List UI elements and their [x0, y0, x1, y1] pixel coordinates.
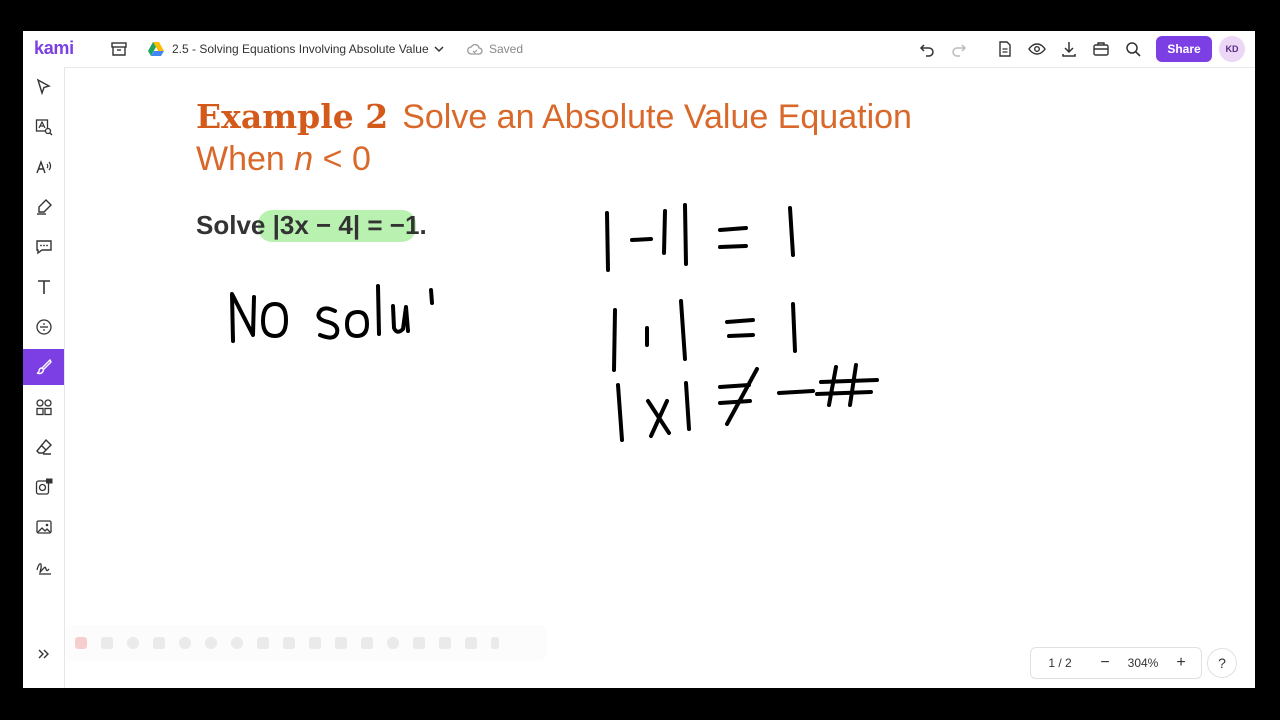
draw-tool-button[interactable]: [23, 349, 64, 385]
eraser-icon: [35, 438, 52, 455]
share-button[interactable]: Share: [1156, 36, 1212, 62]
equation-tool-button[interactable]: [23, 309, 64, 345]
document-title[interactable]: 2.5 - Solving Equations Involving Absolu…: [172, 42, 429, 56]
kami-logo[interactable]: kami: [34, 38, 74, 59]
chevron-down-icon[interactable]: [428, 38, 450, 60]
undo-icon[interactable]: [916, 38, 938, 60]
image-tool-button[interactable]: [23, 509, 64, 545]
highlighter-icon: [36, 199, 52, 215]
signature-icon: [35, 563, 51, 575]
image-icon: [35, 520, 52, 534]
ink-no-solution: [230, 284, 434, 343]
zoom-in-button[interactable]: +: [1171, 653, 1191, 673]
ink-abs-one: [612, 299, 797, 372]
document-info-icon[interactable]: [994, 38, 1016, 60]
comment-tool-button[interactable]: [23, 229, 64, 265]
cursor-icon: [36, 78, 51, 96]
media-ai-icon: [35, 478, 52, 495]
grid-icon[interactable]: [335, 637, 347, 649]
text-size-icon[interactable]: [309, 637, 321, 649]
restart-icon[interactable]: [127, 637, 139, 649]
redo-icon[interactable]: [948, 38, 970, 60]
tool-sidebar: [23, 67, 65, 688]
camera-icon[interactable]: [465, 637, 477, 649]
zoom-in-mode-icon[interactable]: [205, 637, 217, 649]
emoji-icon[interactable]: [387, 637, 399, 649]
download-icon[interactable]: [1058, 38, 1080, 60]
area-select-icon[interactable]: [283, 637, 295, 649]
pen-icon[interactable]: [361, 637, 373, 649]
recording-toolbar[interactable]: [65, 625, 547, 661]
read-aloud-icon: [35, 159, 51, 174]
save-status: Saved: [489, 42, 524, 56]
shapes-tool-button[interactable]: [23, 389, 64, 425]
trash-icon[interactable]: [153, 637, 165, 649]
kami-app: kami 2.5 - Solving Equations Involving A…: [23, 31, 1255, 688]
google-drive-icon: [145, 38, 167, 60]
eye-icon[interactable]: [1026, 38, 1048, 60]
handwriting-layer[interactable]: [65, 68, 1255, 688]
signature-tool-button[interactable]: [23, 549, 64, 585]
divide-icon: [35, 319, 52, 335]
clear-icon[interactable]: [439, 637, 451, 649]
add-media-tool-button[interactable]: [23, 469, 64, 505]
text-icon: [37, 280, 50, 294]
toolbox-icon[interactable]: [1090, 38, 1112, 60]
help-button[interactable]: ?: [1207, 648, 1237, 678]
page-zoom-control: 1 / 2 − 304% +: [1030, 647, 1202, 679]
brush-icon: [36, 358, 52, 375]
zoom-out-mode-icon[interactable]: [231, 637, 243, 649]
pause-icon[interactable]: [101, 637, 113, 649]
shapes-icon: [35, 399, 52, 416]
double-chevron-right-icon: [38, 649, 49, 659]
ink-abs-neg-one: [605, 203, 795, 272]
cursor-mode-icon[interactable]: [179, 637, 191, 649]
chevron-left-icon[interactable]: [491, 637, 499, 649]
user-avatar[interactable]: KD: [1219, 36, 1245, 62]
archive-icon[interactable]: [108, 38, 130, 60]
page-indicator[interactable]: 1 / 2: [1031, 656, 1089, 670]
zoom-level[interactable]: 304%: [1119, 656, 1167, 670]
select-tool-button[interactable]: [23, 69, 64, 105]
eraser-tool-button[interactable]: [23, 429, 64, 465]
comment-icon: [35, 240, 52, 255]
highlight-tool-button[interactable]: [23, 189, 64, 225]
cloud-saved-icon: [464, 38, 486, 60]
eraser-small-icon[interactable]: [413, 637, 425, 649]
document-canvas[interactable]: Example 2 Solve an Absolute Value Equatio…: [65, 68, 1255, 688]
text-tool-button[interactable]: [23, 269, 64, 305]
ink-abs-x-not-equal: [616, 363, 879, 442]
expand-sidebar-button[interactable]: [23, 637, 64, 671]
text-search-icon: [35, 119, 52, 136]
zoom-out-button[interactable]: −: [1095, 653, 1115, 673]
record-icon[interactable]: [75, 637, 87, 649]
read-aloud-tool-button[interactable]: [23, 149, 64, 185]
search-icon[interactable]: [1122, 38, 1144, 60]
spotlight-icon[interactable]: [257, 637, 269, 649]
top-bar: kami 2.5 - Solving Equations Involving A…: [23, 31, 1255, 68]
text-select-tool-button[interactable]: [23, 109, 64, 145]
